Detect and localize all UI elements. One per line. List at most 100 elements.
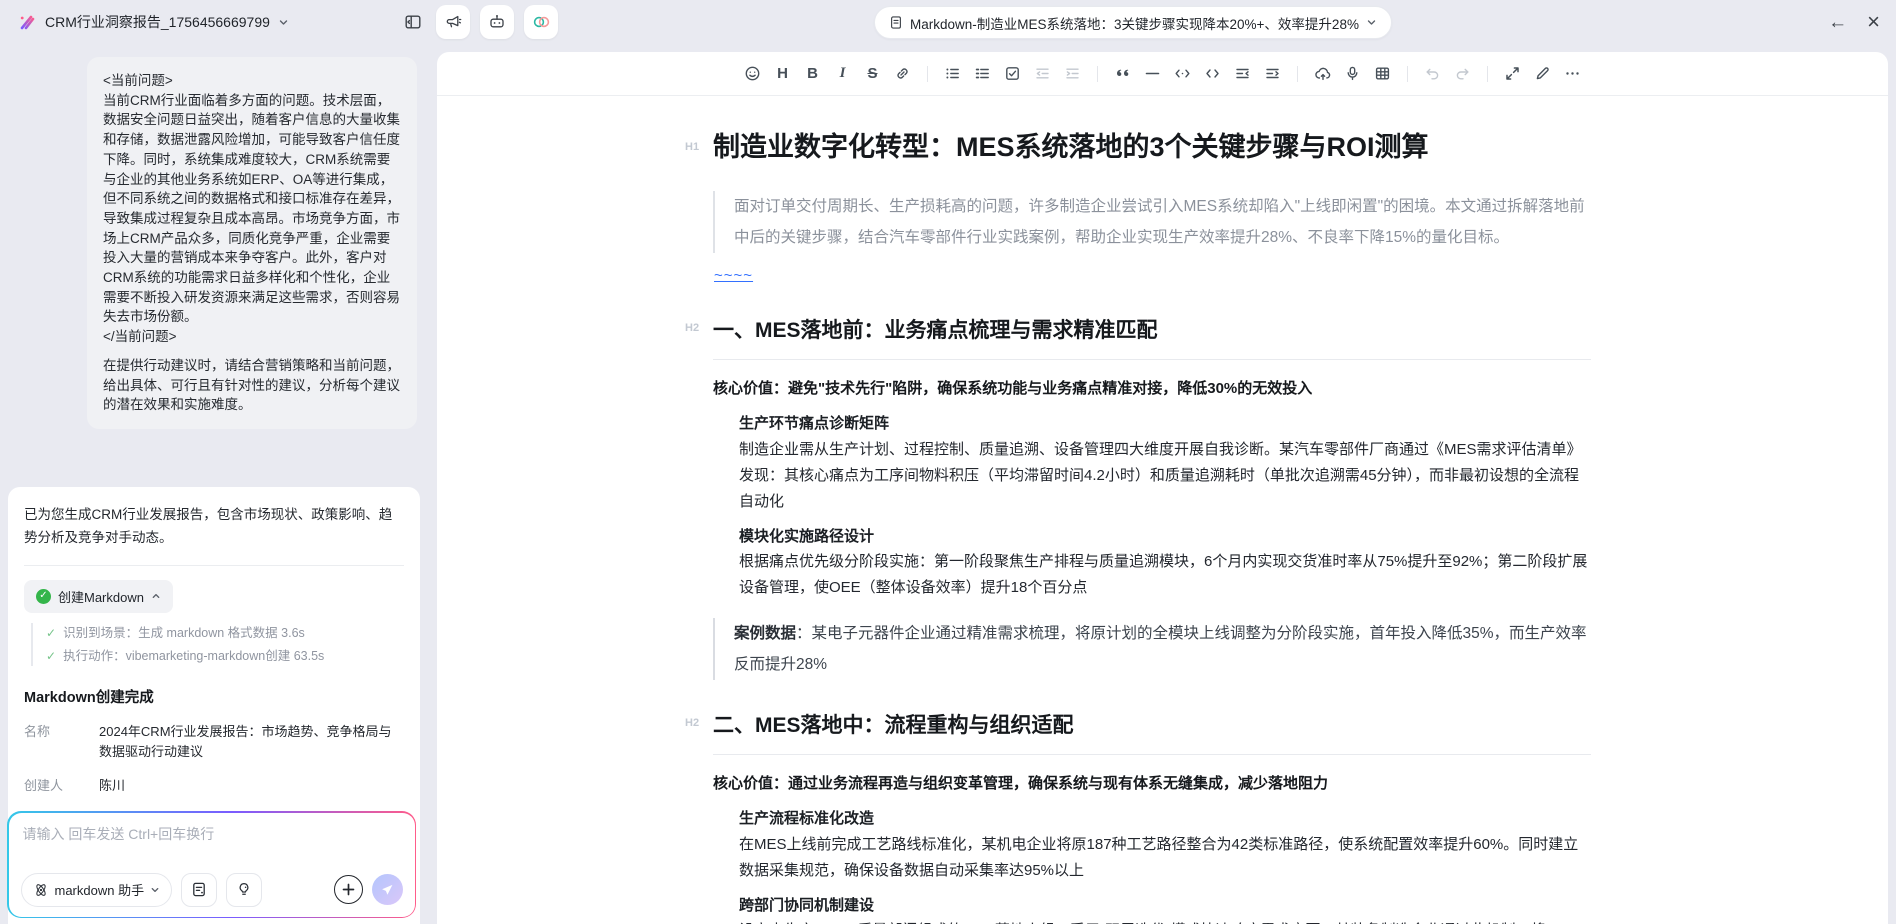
app-brand[interactable]: CRM行业洞察报告_1756456669799: [18, 12, 289, 32]
agent-name: markdown 助手: [55, 880, 145, 899]
tool-steps: ✓ 识别到场景：生成 markdown 格式数据 3.6s ✓ 执行动作：vib…: [31, 623, 404, 666]
paper-plane-icon: [380, 883, 394, 897]
toolbar-divider: [1297, 66, 1298, 82]
tilde-link[interactable]: ~~~~: [714, 267, 753, 284]
list-item: 生产流程标准化改造 在MES上线前完成工艺路线标准化，某机电企业将原187种工艺…: [739, 806, 1591, 883]
heading-level-tag: H2: [685, 322, 699, 334]
heading-rule: [713, 359, 1591, 360]
session-title: CRM行业洞察报告_1756456669799: [45, 12, 270, 32]
tool-run-toggle[interactable]: ✓ 创建Markdown: [24, 580, 173, 613]
plus-icon: [342, 883, 355, 896]
case-data-body: ：某电子元器件企业通过精准需求梳理，将原计划的全模块上线调整为分阶段实施，首年投…: [734, 625, 1587, 673]
list-item: 跨部门协同机制建设 设立由生产、IT、质量部门组成的MES落地小组，采用"双周迭…: [739, 893, 1591, 924]
close-button[interactable]: ×: [1867, 11, 1880, 33]
user-message-body: 当前CRM行业面临着多方面的问题。技术层面，数据安全问题日益突出，随着客户信息的…: [103, 91, 401, 327]
result-title: Markdown创建完成: [24, 686, 404, 707]
chat-input[interactable]: [23, 826, 401, 842]
table-icon[interactable]: [1369, 60, 1396, 87]
chat-input-container: markdown 助手: [7, 811, 416, 918]
core-value-line: 核心价值：避免"技术先行"陷阱，确保系统功能与业务痛点精准对接，降低30%的无效…: [713, 377, 1591, 401]
fullscreen-icon[interactable]: [1499, 60, 1526, 87]
assistant-intro-text: 已为您生成CRM行业发展报告，包含市场现状、政策影响、趋势分析及竞争对手动态。: [24, 504, 404, 550]
divider: [24, 565, 404, 566]
bold-icon[interactable]: B: [799, 60, 826, 87]
voice-input-icon[interactable]: [1339, 60, 1366, 87]
document-area[interactable]: H1 制造业数字化转型：MES系统落地的3个关键步骤与ROI测算 面对订单交付周…: [437, 96, 1888, 924]
bullet-list-icon[interactable]: [939, 60, 966, 87]
chevron-down-icon: [150, 885, 160, 895]
list-item: 模块化实施路径设计 根据痛点优先级分阶段实施：第一阶段聚焦生产排程与质量追溯模块…: [739, 524, 1591, 601]
field-label: 创建人: [24, 776, 99, 796]
document-icon: [889, 15, 903, 30]
expand-text-icon[interactable]: [1259, 60, 1286, 87]
case-data-blockquote: 案例数据：某电子元器件企业通过精准需求梳理，将原计划的全模块上线调整为分阶段实施…: [713, 618, 1591, 680]
document-title: 制造业数字化转型：MES系统落地的3个关键步骤与ROI测算: [713, 130, 1591, 165]
step-duration: 3.6s: [281, 626, 305, 640]
task-list-icon[interactable]: [999, 60, 1026, 87]
ordered-list-icon[interactable]: [969, 60, 996, 87]
outdent-icon[interactable]: [1029, 60, 1056, 87]
document-switcher[interactable]: Markdown-制造业MES系统落地：3关键步骤实现降本20%+、效率提升28…: [874, 6, 1392, 39]
panel-toggle-icon[interactable]: [400, 9, 426, 35]
back-button[interactable]: ←: [1828, 13, 1847, 32]
intro-blockquote: 面对订单交付周期长、生产损耗高的问题，许多制造企业尝试引入MES系统却陷入"上线…: [713, 191, 1591, 253]
strikethrough-icon[interactable]: S: [859, 60, 886, 87]
chevron-up-icon: [151, 591, 161, 601]
list-item-title: 生产环节痛点诊断矩阵: [739, 411, 1591, 437]
toolbar-divider: [1407, 66, 1408, 82]
top-bar: CRM行业洞察报告_1756456669799: [0, 0, 1896, 44]
step-check-icon: ✓: [46, 647, 56, 666]
user-message-line: 在提供行动建议时，请结合营销策略和当前问题，给出具体、可行且有针对性的建议，分析…: [103, 356, 401, 415]
emoji-icon[interactable]: [739, 60, 766, 87]
user-message-line: </当前问题>: [103, 327, 401, 347]
robot-button[interactable]: [480, 5, 514, 39]
toolbar-divider: [927, 66, 928, 82]
collapse-text-icon[interactable]: [1229, 60, 1256, 87]
redo-icon[interactable]: [1449, 60, 1476, 87]
heading-level-tag: H1: [685, 141, 699, 153]
chevron-down-icon[interactable]: [278, 17, 289, 28]
send-button[interactable]: [372, 874, 403, 905]
quote-icon[interactable]: [1109, 60, 1136, 87]
upload-icon[interactable]: [1309, 60, 1336, 87]
tool-step: ✓ 识别到场景：生成 markdown 格式数据 3.6s: [46, 623, 404, 643]
atom-icon: [33, 882, 49, 898]
add-attachment-button[interactable]: [334, 875, 363, 904]
heading-rule: [713, 754, 1591, 755]
agent-selector[interactable]: markdown 助手: [21, 873, 173, 907]
lightbulb-icon: [236, 881, 252, 898]
editor-toolbar: H B I S: [437, 52, 1888, 96]
undo-icon[interactable]: [1419, 60, 1446, 87]
announcement-button[interactable]: [436, 5, 470, 39]
chat-panel: <当前问题> 当前CRM行业面临着多方面的问题。技术层面，数据安全问题日益突出，…: [0, 44, 437, 924]
heading-level-tag: H2: [685, 717, 699, 729]
list-item-body: 制造企业需从生产计划、过程控制、质量追溯、设备管理四大维度开展自我诊断。某汽车零…: [739, 437, 1591, 514]
template-button[interactable]: [181, 873, 217, 907]
list-item-body: 根据痛点优先级分阶段实施：第一阶段聚焦生产排程与质量追溯模块，6个月内实现交货准…: [739, 549, 1591, 601]
step-check-icon: ✓: [46, 624, 56, 643]
edit-icon[interactable]: [1529, 60, 1556, 87]
list-item-body: 设立由生产、IT、质量部门组成的MES落地小组，采用"双周迭代"模式快速响应需求…: [739, 918, 1591, 924]
success-check-icon: ✓: [36, 589, 51, 604]
list-item-title: 跨部门协同机制建设: [739, 893, 1591, 919]
dual-circles-button[interactable]: [524, 5, 558, 39]
indent-icon[interactable]: [1059, 60, 1086, 87]
inline-code-icon[interactable]: [1169, 60, 1196, 87]
horizontal-rule-icon[interactable]: [1139, 60, 1166, 87]
list-item-title: 模块化实施路径设计: [739, 524, 1591, 550]
toolbar-divider: [1097, 66, 1098, 82]
step-text: 识别到场景：生成 markdown 格式数据: [63, 626, 278, 640]
idea-button[interactable]: [226, 873, 262, 907]
markdown-editor-panel: H B I S: [437, 52, 1888, 924]
document-pill-label: Markdown-制造业MES系统落地：3关键步骤实现降本20%+、效率提升28…: [910, 13, 1359, 33]
case-data-label: 案例数据: [734, 625, 796, 642]
italic-icon[interactable]: I: [829, 60, 856, 87]
list-item: 生产环节痛点诊断矩阵 制造企业需从生产计划、过程控制、质量追溯、设备管理四大维度…: [739, 411, 1591, 514]
field-value: 2024年CRM行业发展报告：市场趋势、竞争格局与数据驱动行动建议: [99, 722, 404, 762]
code-block-icon[interactable]: [1199, 60, 1226, 87]
link-icon[interactable]: [889, 60, 916, 87]
step-text: 执行动作：vibemarketing-markdown创建: [63, 649, 290, 663]
heading-icon[interactable]: H: [769, 60, 796, 87]
more-icon[interactable]: [1559, 60, 1586, 87]
list-item-title: 生产流程标准化改造: [739, 806, 1591, 832]
